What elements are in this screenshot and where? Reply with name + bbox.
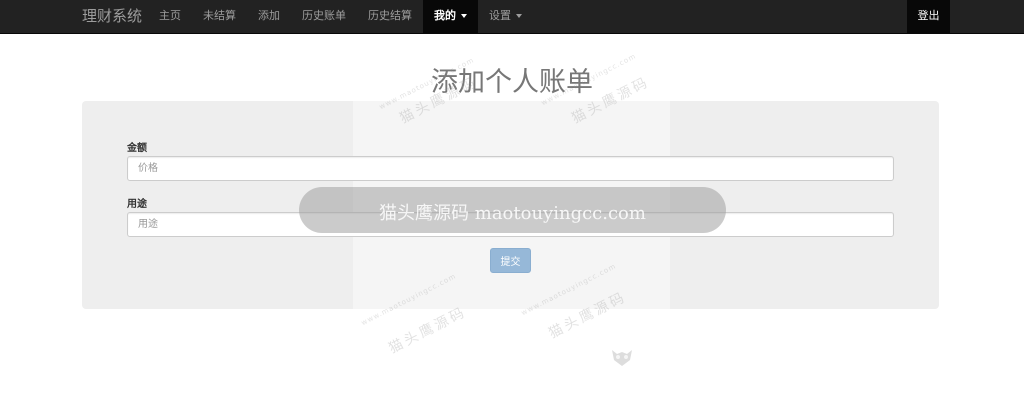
nav-item-history-settlements-label: 历史结算 bbox=[368, 9, 412, 22]
nav-item-history-bills-label: 历史账单 bbox=[302, 9, 346, 22]
nav-item-unsettled-label: 未结算 bbox=[203, 9, 236, 22]
watermark-banner: 猫头鹰源码 maotouyingcc.com bbox=[299, 187, 726, 233]
top-navbar: 理财系统 主页 未结算 添加 历史账单 历史结算 我的 设置 登出 bbox=[0, 0, 1024, 34]
nav-dropdown-settings[interactable]: 设置 bbox=[478, 0, 533, 34]
nav-item-add[interactable]: 添加 bbox=[247, 0, 291, 34]
watermark-banner-text: 猫头鹰源码 maotouyingcc.com bbox=[379, 203, 646, 224]
nav-item-history-bills[interactable]: 历史账单 bbox=[291, 0, 357, 34]
logout-button[interactable]: 登出 bbox=[907, 0, 950, 34]
nav-item-unsettled[interactable]: 未结算 bbox=[192, 0, 247, 34]
watermark-text: 猫头鹰源码 bbox=[386, 304, 470, 357]
amount-label: 金额 bbox=[127, 143, 147, 154]
brand-logo-link[interactable]: 理财系统 bbox=[82, 0, 142, 34]
owl-icon bbox=[610, 346, 634, 368]
caret-down-icon bbox=[461, 14, 467, 18]
submit-button[interactable]: 提交 bbox=[490, 248, 531, 273]
nav-dropdown-mine[interactable]: 我的 bbox=[423, 0, 478, 34]
nav-item-history-settlements[interactable]: 历史结算 bbox=[357, 0, 423, 34]
nav-item-home[interactable]: 主页 bbox=[148, 0, 192, 34]
caret-down-icon bbox=[516, 14, 522, 18]
nav-dropdown-settings-label: 设置 bbox=[489, 9, 511, 22]
nav-dropdown-mine-label: 我的 bbox=[434, 9, 456, 22]
purpose-label: 用途 bbox=[127, 199, 147, 210]
main-nav: 主页 未结算 添加 历史账单 历史结算 我的 设置 bbox=[148, 0, 533, 34]
page-title: 添加个人账单 bbox=[431, 67, 593, 98]
nav-item-add-label: 添加 bbox=[258, 9, 280, 22]
nav-item-home-label: 主页 bbox=[159, 9, 181, 22]
amount-input[interactable] bbox=[127, 156, 894, 181]
